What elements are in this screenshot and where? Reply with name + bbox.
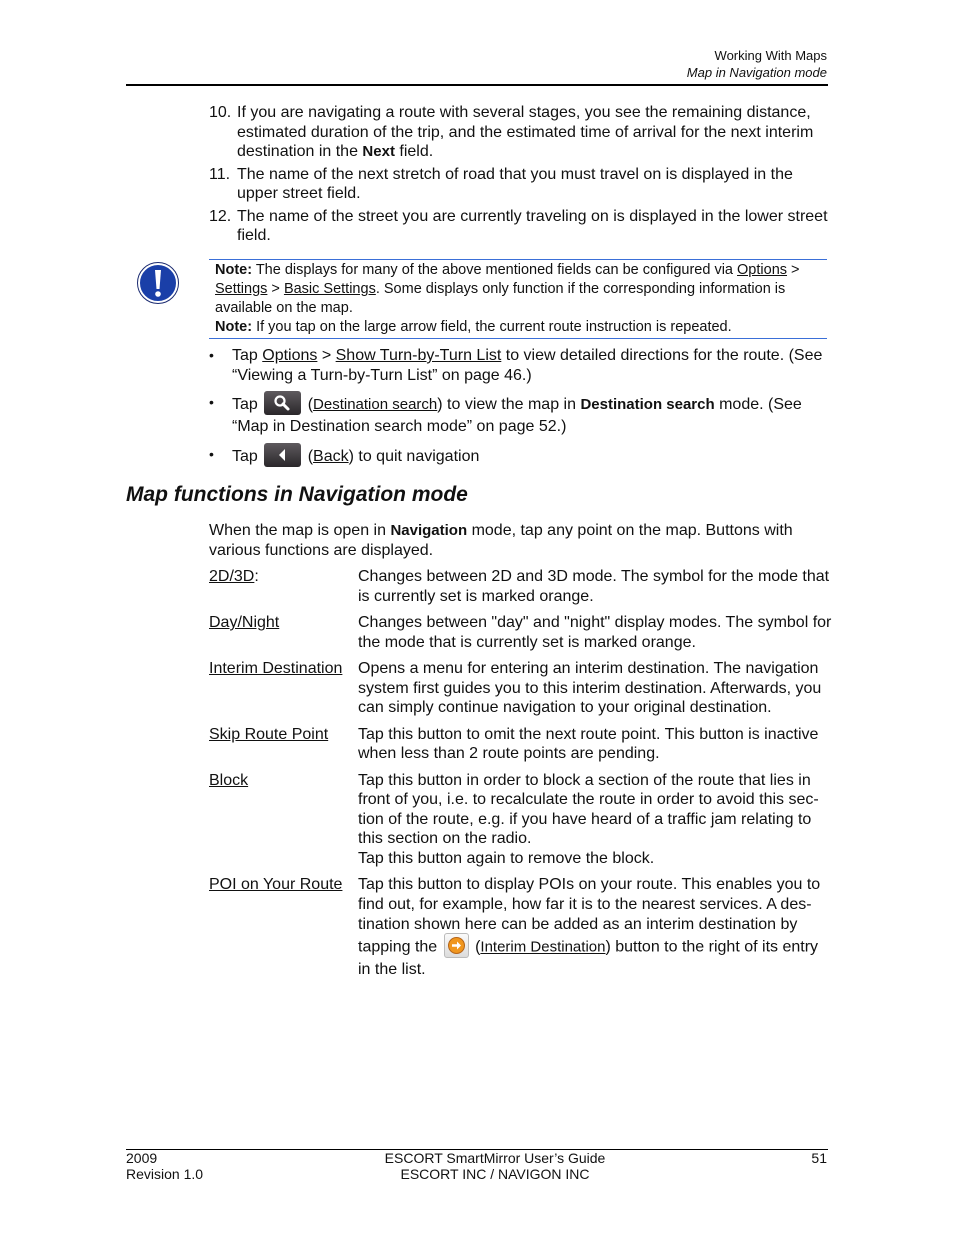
definition-row: Interim Destination Opens a menu for ent… (209, 659, 834, 718)
footer-revision: Revision 1.0 (126, 1165, 204, 1182)
definition-row: POI on Your Route Tap this button to dis… (209, 875, 834, 980)
bullet-item: • Tap Options > Show Turn-by-Turn List t… (209, 347, 823, 384)
term-2d-3d[interactable]: 2D/3D (209, 568, 254, 585)
definition-text: Opens a menu for entering an interim des… (358, 660, 822, 716)
magnifier-icon (274, 395, 290, 411)
interim-destination-arrow-icon (447, 937, 465, 954)
exclamation-icon (137, 262, 179, 304)
footer-guide-title: ESCORT SmartMirror User’s Guide (384, 1150, 606, 1166)
options-link[interactable]: Options (262, 347, 317, 364)
list-item: 10. If you are navigating a route with s… (209, 103, 829, 162)
definition-text: Tap this button to omit the next route p… (358, 725, 819, 763)
definition-text: Changes between "day" and "night" displa… (358, 614, 832, 651)
running-header-section: Map in Navigation mode (686, 65, 827, 80)
list-item: 11. The name of the next stretch of road… (209, 165, 829, 204)
bullet-dot: • (209, 347, 214, 363)
definition-row: Day/Night Changes between "day" and "nig… (209, 613, 834, 652)
footer-company: ESCORT INC / NAVIGON INC (400, 1165, 590, 1182)
page-number: 51 (811, 1150, 827, 1166)
list-text: The name of the next stretch of road tha… (237, 165, 793, 203)
list-number: 11. (209, 165, 231, 183)
bullet-dot: • (209, 445, 214, 462)
definition-row: Skip Route Point Tap this button to omit… (209, 725, 834, 764)
interim-destination-button[interactable] (443, 933, 469, 958)
back-arrow-icon (279, 448, 286, 461)
back-button[interactable] (264, 442, 302, 467)
term-day-night[interactable]: Day/Night (209, 614, 279, 631)
destination-search-link[interactable]: Destination search (313, 396, 437, 413)
list-number: 10. (209, 104, 232, 121)
header-rule (126, 84, 828, 86)
interim-destination-link[interactable]: Interim Destination (480, 939, 605, 956)
section-title: Map functions in Navigation mode (126, 483, 468, 506)
note-1: Note: The displays for many of the above… (215, 262, 800, 316)
list-item: 12. The name of the street you are curre… (209, 207, 829, 246)
term-block[interactable]: Block (209, 772, 248, 789)
numbered-list: 10. If you are navigating a route with s… (209, 103, 829, 249)
function-definition-list: 2D/3D: Changes between 2D and 3D mode. T… (209, 567, 834, 987)
bullet-item: • Tap (Destination search) to view the m… (209, 391, 829, 437)
term-skip-route-point[interactable]: Skip Route Point (209, 726, 328, 743)
bullet-item: • Tap (Back) to quit navigation (209, 442, 829, 469)
options-link[interactable]: Options (737, 262, 787, 278)
definition-text: Changes between 2D and 3D mode. The symb… (358, 568, 830, 605)
show-turn-by-turn-link[interactable]: Show Turn-by-Turn List (336, 347, 502, 364)
footer-year: 2009 (126, 1150, 158, 1166)
definition-text: Tap this button in order to block a sect… (358, 771, 819, 867)
section-intro: When the map is open in Navigation mode,… (209, 522, 793, 559)
settings-link[interactable]: Settings (215, 281, 267, 297)
term-poi-on-your-route[interactable]: POI on Your Route (209, 876, 342, 893)
definition-row: 2D/3D: Changes between 2D and 3D mode. T… (209, 567, 834, 606)
list-number: 12. (209, 207, 232, 225)
footer-center: ESCORT SmartMirror User’s Guide ESCORT I… (330, 1150, 660, 1182)
basic-settings-link[interactable]: Basic Settings (284, 281, 376, 297)
bullet-list: • Tap Options > Show Turn-by-Turn List t… (209, 346, 829, 477)
note-2: Note: If you tap on the large arrow fiel… (215, 319, 732, 335)
list-text: If you are navigating a route with sever… (237, 104, 814, 160)
note-box: Note: The displays for many of the above… (209, 259, 827, 339)
footer-left: 2009 Revision 1.0 (126, 1150, 204, 1182)
running-header-chapter: Working With Maps (714, 48, 827, 63)
destination-search-button[interactable] (264, 391, 302, 415)
back-link[interactable]: Back (313, 448, 349, 465)
list-text: The name of the street you are currently… (237, 207, 828, 245)
definition-row: Block Tap this button in order to block … (209, 771, 834, 869)
bullet-dot: • (209, 394, 214, 410)
term-interim-destination[interactable]: Interim Destination (209, 660, 342, 677)
definition-text: Tap this button to display POIs on your … (358, 876, 821, 978)
